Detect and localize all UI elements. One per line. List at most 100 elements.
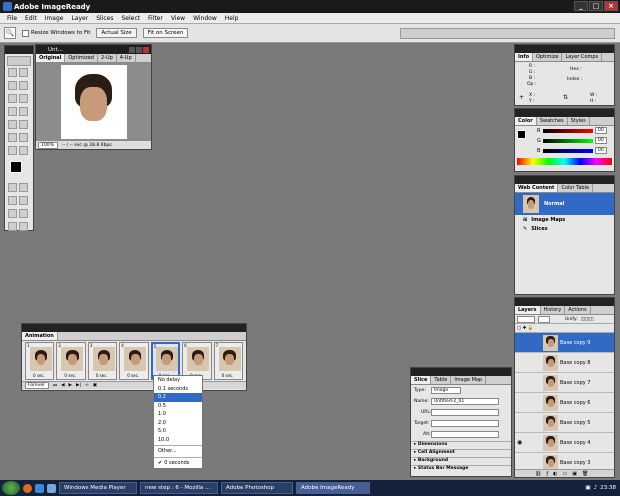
type-tool-icon[interactable] <box>8 120 17 129</box>
red-slider[interactable] <box>543 129 593 133</box>
slices-row[interactable]: ✎ Slices <box>515 224 614 233</box>
link-slot[interactable] <box>527 395 541 411</box>
color-fg-swatch[interactable] <box>517 130 526 139</box>
tab-animation[interactable]: Animation <box>22 332 58 340</box>
task-adobe-photoshop[interactable]: Adobe Photoshop <box>221 482 293 494</box>
loop-select[interactable]: Forever <box>25 382 49 389</box>
animation-frame[interactable]: 1 0 sec. <box>25 342 55 380</box>
frame-delay[interactable]: 0 sec. <box>222 373 234 378</box>
fit-on-screen-button[interactable]: Fit on Screen <box>142 28 189 38</box>
menu-help[interactable]: Help <box>221 15 243 22</box>
delay-option[interactable]: 0.5 <box>154 402 202 411</box>
zoom-tool-icon[interactable]: 🔍 <box>4 27 16 39</box>
crop-tool-icon[interactable] <box>8 94 17 103</box>
link-slot[interactable] <box>527 435 541 451</box>
slice-alt-field[interactable] <box>431 431 499 438</box>
menu-file[interactable]: File <box>3 15 21 22</box>
visibility-icon[interactable] <box>517 339 525 347</box>
task-adobe-imageready[interactable]: Adobe ImageReady <box>296 482 370 494</box>
delay-option[interactable]: 0.1 seconds <box>154 385 202 394</box>
slice-type-select[interactable]: Image <box>431 387 461 394</box>
green-slider[interactable] <box>543 139 593 143</box>
delay-option[interactable]: 10.0 <box>154 436 202 445</box>
section-dimensions[interactable]: ▸ Dimensions <box>411 441 511 449</box>
new-layer-icon[interactable]: ▣ <box>572 471 577 477</box>
tab-info[interactable]: Info <box>515 53 534 61</box>
prev-frame-icon[interactable]: ◀ <box>61 383 64 388</box>
visibility-icon[interactable] <box>517 379 525 387</box>
foreground-color-swatch[interactable] <box>10 161 22 173</box>
web-content-normal-row[interactable]: Normal <box>515 193 614 215</box>
animation-frame[interactable]: 3 0 sec. <box>87 342 118 380</box>
marquee-tool-icon[interactable] <box>8 68 17 77</box>
animation-frame[interactable]: 2 0 sec. <box>56 342 86 380</box>
screen-mode-icon[interactable] <box>8 209 17 218</box>
tab-4up[interactable]: 4-Up <box>117 54 136 62</box>
frame-delay[interactable]: 0 sec. <box>96 373 108 378</box>
section-status-bar-message[interactable]: ▸ Status Bar Message <box>411 465 511 473</box>
next-frame-icon[interactable]: ▶| <box>76 383 81 388</box>
visibility-icon[interactable] <box>517 399 525 407</box>
frame-delay[interactable]: 0 sec. <box>33 373 45 378</box>
animation-frame[interactable]: 4 0 sec. <box>119 342 149 380</box>
lock-icons[interactable]: ▢ ✚ 🔒 <box>517 326 534 331</box>
play-icon[interactable]: ▶ <box>69 383 72 388</box>
slice-url-field[interactable] <box>431 409 499 416</box>
slice-name-field[interactable]: Untitled-2_01 <box>431 398 499 405</box>
line-tool-icon[interactable] <box>8 133 17 142</box>
tab-table[interactable]: Table <box>431 376 452 384</box>
trash-icon[interactable]: 🗑 <box>582 471 588 477</box>
slice-target-field[interactable] <box>431 420 499 427</box>
slice-tool-icon[interactable] <box>19 94 28 103</box>
first-frame-icon[interactable]: ⏮ <box>53 383 57 389</box>
preview-document-icon[interactable] <box>19 183 28 192</box>
tab-color-table[interactable]: Color Table <box>558 184 594 192</box>
task-windows-media-player[interactable]: Windows Media Player <box>59 482 137 494</box>
delay-option[interactable]: 5.0 <box>154 427 202 436</box>
delay-option-highlighted[interactable]: 0.2 <box>154 393 202 402</box>
delay-option[interactable]: 2.0 <box>154 419 202 428</box>
visibility-icon[interactable] <box>517 359 525 367</box>
firefox-quicklaunch-icon[interactable] <box>23 483 32 493</box>
layer-row[interactable]: Base copy 9 <box>515 333 614 353</box>
visibility-icon[interactable] <box>517 459 525 467</box>
tab-optimize[interactable]: Optimize <box>533 53 563 61</box>
zoom-level-field[interactable]: 100% <box>38 141 58 149</box>
image-map-tool-icon[interactable] <box>19 133 28 142</box>
layer-style-icon[interactable]: ƒ <box>546 471 548 477</box>
doc-close-button[interactable] <box>143 46 149 53</box>
color-spectrum-ramp[interactable] <box>517 158 612 165</box>
frame-delay[interactable]: 0 sec. <box>127 373 139 378</box>
section-background[interactable]: ▸ Background <box>411 457 511 465</box>
layer-row[interactable]: ◉ Base copy 4 <box>515 433 614 453</box>
close-button[interactable]: × <box>604 1 618 11</box>
lasso-tool-icon[interactable] <box>8 81 17 90</box>
frame-delay[interactable]: 0 sec. <box>64 373 76 378</box>
zoom-tool-icon-2[interactable] <box>19 146 28 155</box>
delay-option[interactable]: 1.0 <box>154 410 202 419</box>
tab-image-map[interactable]: Image Map <box>451 376 487 384</box>
maximize-button[interactable]: □ <box>589 1 603 11</box>
canvas-photo[interactable] <box>60 65 127 139</box>
tab-layer-comps[interactable]: Layer Comps <box>562 53 603 61</box>
menu-slices[interactable]: Slices <box>92 15 117 22</box>
duplicate-frame-icon[interactable]: ▣ <box>93 383 97 388</box>
shape-tool-icon[interactable] <box>19 120 28 129</box>
doc-maximize-button[interactable] <box>136 46 142 53</box>
tab-actions[interactable]: Actions <box>565 306 591 314</box>
visibility-icon[interactable] <box>517 419 525 427</box>
layer-row[interactable]: Base copy 8 <box>515 353 614 373</box>
link-slot[interactable] <box>527 355 541 371</box>
tab-optimized[interactable]: Optimized <box>65 54 98 62</box>
tab-swatches[interactable]: Swatches <box>537 117 568 125</box>
menu-layer[interactable]: Layer <box>67 15 92 22</box>
tab-styles[interactable]: Styles <box>568 117 590 125</box>
tab-history[interactable]: History <box>541 306 566 314</box>
blue-slider[interactable] <box>543 149 593 153</box>
menu-filter[interactable]: Filter <box>144 15 167 22</box>
hand-tool-icon[interactable] <box>8 146 17 155</box>
tab-original[interactable]: Original <box>36 54 66 62</box>
task-mozilla[interactable]: new step : 6 - Mozilla ... <box>140 482 218 494</box>
blue-value-field[interactable]: 00 <box>595 147 607 154</box>
desktop-quicklaunch-icon[interactable] <box>47 483 56 493</box>
